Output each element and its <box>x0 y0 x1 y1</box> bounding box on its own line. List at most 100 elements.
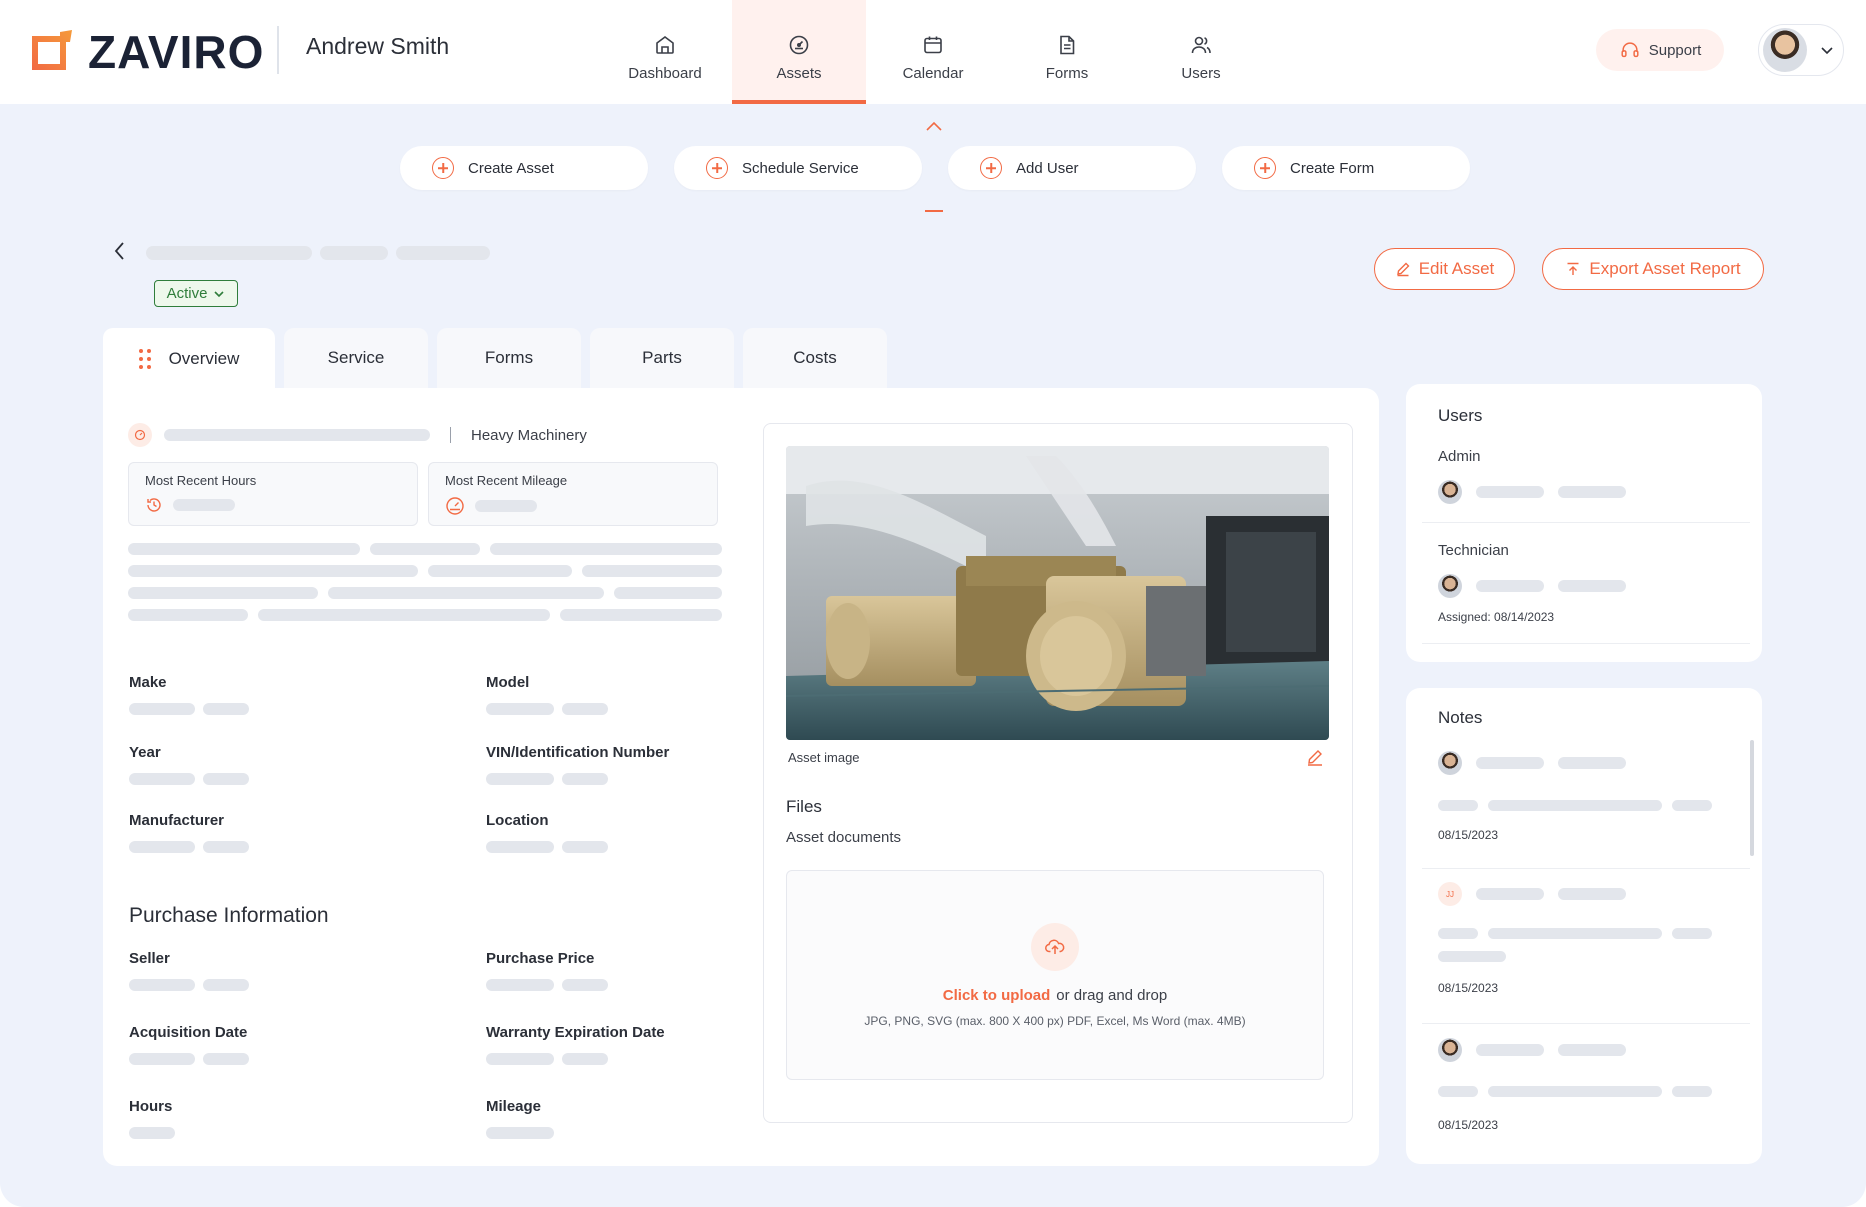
tab-parts[interactable]: Parts <box>590 328 734 388</box>
most-recent-hours-card: Most Recent Hours <box>128 462 418 526</box>
skeleton-bar <box>486 841 554 853</box>
skeleton-bar <box>562 773 608 785</box>
skeleton-bar <box>486 773 554 785</box>
collapse-chevron-up-icon[interactable] <box>925 120 943 132</box>
field-warranty-expiration: Warranty Expiration Date <box>486 1024 665 1065</box>
tab-service[interactable]: Service <box>284 328 428 388</box>
skeleton-bar <box>146 246 312 260</box>
schedule-service-button[interactable]: Schedule Service <box>674 146 922 190</box>
skeleton-bar <box>562 841 608 853</box>
nav-dashboard[interactable]: Dashboard <box>598 0 732 104</box>
files-subheading: Asset documents <box>786 829 902 846</box>
document-icon <box>1060 35 1075 54</box>
skeleton-bar <box>203 773 249 785</box>
logo-mark-icon <box>24 26 76 78</box>
field-label: Hours <box>129 1098 173 1115</box>
app-frame: ZAVIRO Andrew Smith Dashboard Assets Cal… <box>0 0 1866 1207</box>
brand-logo[interactable]: ZAVIRO <box>24 26 264 78</box>
nav-label: Users <box>1181 64 1221 82</box>
nav-users[interactable]: Users <box>1134 0 1268 104</box>
skeleton-bar <box>129 979 195 991</box>
edit-asset-button[interactable]: Edit Asset <box>1374 248 1515 290</box>
field-acquisition-date: Acquisition Date <box>129 1024 249 1065</box>
skeleton-bar <box>370 543 480 555</box>
avatar-initials: JJ <box>1438 882 1462 906</box>
support-button[interactable]: Support <box>1596 29 1724 71</box>
create-form-button[interactable]: Create Form <box>1222 146 1470 190</box>
skeleton-bar <box>258 609 550 621</box>
field-label: Acquisition Date <box>129 1024 248 1041</box>
skeleton-bar <box>129 703 195 715</box>
skeleton-bar <box>486 1053 554 1065</box>
headset-icon <box>1621 42 1639 58</box>
export-report-label: Export Asset Report <box>1589 259 1741 278</box>
asset-image[interactable] <box>786 446 1329 740</box>
skeleton-bar <box>1476 580 1544 592</box>
skeleton-bar <box>1476 757 1544 769</box>
quick-action-label: Create Asset <box>468 159 554 177</box>
click-to-upload-link[interactable]: Click to upload <box>943 987 1051 1004</box>
asset-description-placeholder <box>128 543 722 631</box>
skeleton-bar <box>1438 928 1478 939</box>
calendar-icon <box>924 36 942 53</box>
notes-scrollbar[interactable] <box>1750 740 1754 856</box>
note-text-placeholder <box>1438 1086 1712 1097</box>
plus-circle-icon <box>706 157 728 179</box>
note-author-row: JJ <box>1438 882 1626 906</box>
tab-forms[interactable]: Forms <box>437 328 581 388</box>
nav-calendar[interactable]: Calendar <box>866 0 1000 104</box>
tab-overview[interactable]: Overview <box>103 328 275 390</box>
export-report-button[interactable]: Export Asset Report <box>1542 248 1764 290</box>
skeleton-bar <box>486 1127 554 1139</box>
field-mileage: Mileage <box>486 1098 554 1139</box>
users-icon <box>1191 36 1211 53</box>
files-heading: Files <box>786 797 822 816</box>
quick-bar-indicator <box>925 210 943 212</box>
chevron-down-icon <box>214 290 224 297</box>
support-label: Support <box>1648 41 1702 59</box>
history-clock-icon <box>147 498 161 512</box>
most-recent-mileage-card: Most Recent Mileage <box>428 462 718 526</box>
add-user-button[interactable]: Add User <box>948 146 1196 190</box>
skeleton-bar <box>1488 800 1662 811</box>
nav-assets[interactable]: Assets <box>732 0 866 104</box>
gauge-icon <box>789 35 809 54</box>
technician-user-row[interactable] <box>1438 574 1626 598</box>
create-asset-button[interactable]: Create Asset <box>400 146 648 190</box>
gauge-icon <box>128 423 152 447</box>
purchase-info-heading: Purchase Information <box>129 904 329 927</box>
admin-user-row[interactable] <box>1438 480 1626 504</box>
note-text-placeholder <box>1438 928 1712 939</box>
separator <box>450 427 451 443</box>
skeleton-bar <box>128 609 248 621</box>
skeleton-bar <box>1672 800 1712 811</box>
edit-image-pencil-icon[interactable] <box>1306 748 1324 766</box>
header-divider <box>277 26 279 74</box>
skeleton-bar <box>1476 888 1544 900</box>
skeleton-bar <box>203 1053 249 1065</box>
skeleton-bar <box>128 543 360 555</box>
field-label: Model <box>486 674 530 691</box>
note-author-row <box>1438 1038 1626 1062</box>
tab-label: Service <box>327 348 385 367</box>
tab-label: Parts <box>642 348 682 367</box>
users-panel: Users Admin Technician Assigned: 08/14/2… <box>1406 384 1762 662</box>
assigned-date: Assigned: 08/14/2023 <box>1438 610 1555 624</box>
field-manufacturer: Manufacturer <box>129 812 249 853</box>
skeleton-bar <box>1558 888 1626 900</box>
nav-label: Assets <box>776 64 822 82</box>
field-label: Manufacturer <box>129 812 225 829</box>
avatar <box>1438 480 1462 504</box>
technician-role-label: Technician <box>1438 542 1509 559</box>
nav-forms[interactable]: Forms <box>1000 0 1134 104</box>
skeleton-bar <box>562 979 608 991</box>
note-text-placeholder <box>1438 951 1506 962</box>
profile-menu[interactable] <box>1758 24 1844 76</box>
field-label: Make <box>129 674 167 691</box>
status-dropdown[interactable]: Active <box>154 280 238 307</box>
file-dropzone[interactable]: Click to upload or drag and drop JPG, PNG… <box>786 870 1324 1080</box>
back-arrow-icon[interactable] <box>112 240 128 262</box>
skeleton-bar <box>1488 1086 1662 1097</box>
tab-costs[interactable]: Costs <box>743 328 887 388</box>
avatar <box>1763 28 1807 72</box>
